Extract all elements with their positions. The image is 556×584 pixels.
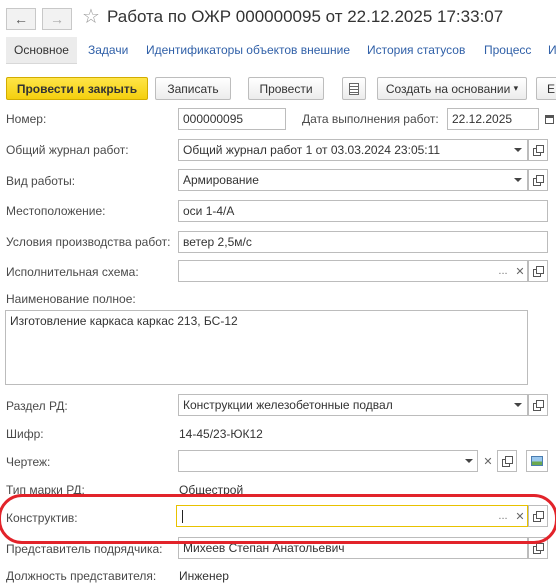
page-title: Работа по ОЖР 000000095 от 22.12.2025 17… — [107, 7, 504, 26]
tab-external-ids[interactable]: Идентификаторы объектов внешние — [146, 37, 350, 64]
open-icon — [533, 145, 544, 156]
scheme-open-button[interactable] — [528, 260, 548, 282]
highlight-annotation — [0, 494, 556, 544]
drawing-image-button[interactable] — [526, 450, 548, 472]
chevron-down-icon — [465, 459, 473, 463]
journal-field[interactable]: Общий журнал работ 1 от 03.03.2024 23:05… — [178, 139, 528, 161]
open-icon — [533, 400, 544, 411]
position-label: Должность представителя: — [6, 569, 157, 583]
open-icon — [533, 543, 544, 554]
cipher-value: 14-45/23-ЮК12 — [179, 427, 263, 441]
close-icon: ✕ — [515, 265, 525, 278]
drawing-field[interactable] — [178, 450, 478, 472]
section-field[interactable]: Конструкции железобетонные подвал — [178, 394, 528, 416]
drawing-label: Чертеж: — [6, 455, 51, 469]
chevron-down-icon — [514, 178, 522, 182]
tab-main[interactable]: Основное — [6, 37, 77, 64]
open-icon — [533, 175, 544, 186]
drawing-open-button[interactable] — [497, 450, 517, 472]
worktype-open-button[interactable] — [528, 169, 548, 191]
drawing-dropdown-button[interactable] — [460, 450, 478, 472]
close-icon: ✕ — [483, 455, 493, 468]
conditions-field[interactable]: ветер 2,5м/с — [178, 231, 548, 253]
arrow-right-icon: → — [50, 11, 64, 27]
tab-tasks[interactable]: Задачи — [88, 37, 128, 64]
open-icon — [533, 266, 544, 277]
tab-status-history[interactable]: История статусов — [367, 37, 465, 64]
forward-button[interactable]: → — [42, 8, 72, 30]
cipher-label: Шифр: — [6, 427, 44, 441]
section-label: Раздел РД: — [6, 399, 68, 413]
back-button[interactable]: ← — [6, 8, 36, 30]
journal-open-button[interactable] — [528, 139, 548, 161]
star-icon[interactable]: ☆ — [82, 6, 100, 28]
create-based-on-button[interactable]: Создать на основании ▾ — [377, 77, 527, 100]
date-label: Дата выполнения работ: — [302, 112, 439, 126]
worktype-field[interactable]: Армирование — [178, 169, 528, 191]
chevron-down-icon — [514, 403, 522, 407]
scheme-field[interactable] — [178, 260, 528, 282]
chevron-down-icon: ▾ — [513, 83, 519, 93]
location-label: Местоположение: — [6, 204, 106, 218]
tab-bar: Основное Задачи Идентификаторы объектов … — [0, 37, 556, 65]
tab-process[interactable]: Процесс — [484, 37, 531, 64]
rep-label: Представитель подрядчика: — [6, 542, 163, 556]
document-list-icon — [349, 82, 359, 95]
number-field[interactable]: 000000095 — [178, 108, 286, 130]
section-open-button[interactable] — [528, 394, 548, 416]
location-field[interactable]: оси 1-4/А — [178, 200, 548, 222]
scheme-select-button[interactable]: ... — [494, 260, 512, 282]
ellipsis-icon: ... — [498, 265, 508, 277]
number-label: Номер: — [6, 112, 47, 126]
save-button[interactable]: Записать — [155, 77, 231, 100]
scheme-label: Исполнительная схема: — [6, 265, 139, 279]
more-button[interactable]: Е — [536, 77, 556, 100]
arrow-left-icon: ← — [14, 11, 28, 27]
tab-more[interactable]: И — [548, 37, 556, 64]
date-field[interactable]: 22.12.2025 — [447, 108, 539, 130]
image-icon — [531, 456, 543, 466]
section-dropdown-button[interactable] — [509, 394, 527, 416]
post-and-close-button[interactable]: Провести и закрыть — [6, 77, 148, 100]
position-value: Инженер — [179, 569, 229, 583]
report-button[interactable] — [342, 77, 366, 100]
worktype-label: Вид работы: — [6, 174, 76, 188]
calendar-icon[interactable] — [540, 108, 556, 130]
fullname-label: Наименование полное: — [6, 292, 136, 306]
post-button[interactable]: Провести — [248, 77, 324, 100]
journal-label: Общий журнал работ: — [6, 143, 129, 157]
fullname-textarea[interactable]: Изготовление каркаса каркас 213, БС-12 — [5, 310, 528, 385]
drawing-clear-button[interactable]: ✕ — [479, 450, 497, 472]
chevron-down-icon — [514, 148, 522, 152]
conditions-label: Условия производства работ: — [6, 235, 171, 249]
worktype-dropdown-button[interactable] — [509, 169, 527, 191]
scheme-clear-button[interactable]: ✕ — [511, 260, 529, 282]
journal-dropdown-button[interactable] — [509, 139, 527, 161]
open-icon — [502, 456, 513, 467]
